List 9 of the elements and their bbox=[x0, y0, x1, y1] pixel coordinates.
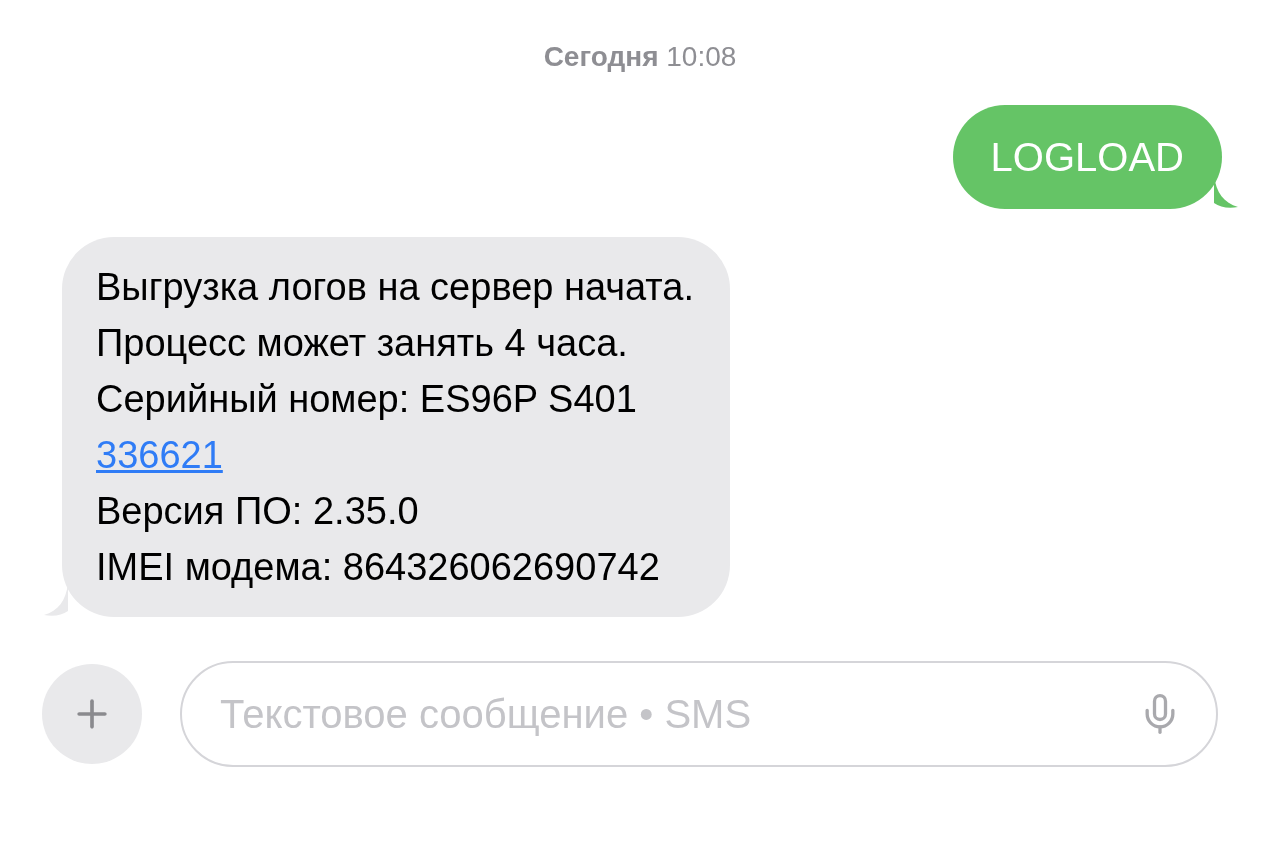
message-text: Версия ПО: 2.35.0 bbox=[96, 489, 420, 534]
message-text: IMEI модема: 864326062690742 bbox=[96, 545, 661, 590]
message-text: LOGLOAD bbox=[990, 134, 1184, 181]
message-text: Серийный номер: ES96P S401 bbox=[96, 377, 638, 422]
message-text: Процесс может занять 4 часа. bbox=[96, 321, 629, 366]
message-timestamp: Сегодня 10:08 bbox=[543, 40, 737, 74]
message-input-field[interactable]: Текстовое сообщение • SMS bbox=[180, 661, 1218, 767]
message-text: Выгрузка логов на сервер начата. bbox=[96, 265, 695, 310]
serial-link[interactable]: 336621 bbox=[96, 427, 695, 483]
